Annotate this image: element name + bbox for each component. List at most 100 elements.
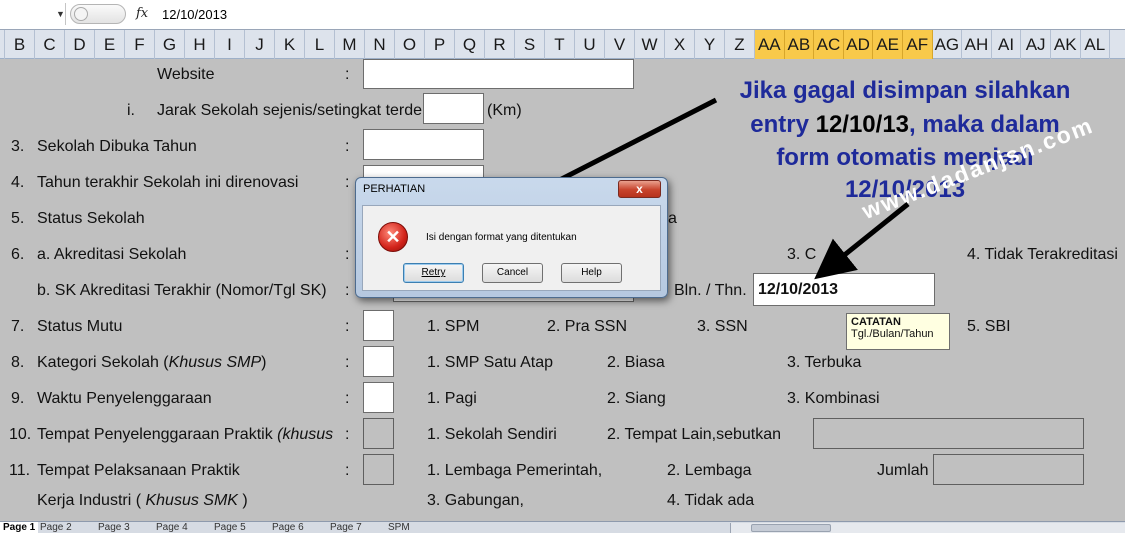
cancel-button[interactable]: Cancel xyxy=(482,263,543,283)
jarak-label: Jarak Sekolah sejenis/setingkat terdek xyxy=(157,102,431,119)
chevron-down-icon[interactable]: ▼ xyxy=(56,9,65,19)
column-header-ag[interactable]: AG xyxy=(933,30,963,59)
row-number: 9. xyxy=(11,390,25,407)
column-header-q[interactable]: Q xyxy=(455,30,485,59)
pelaksanaan-option: 4. Tidak ada xyxy=(667,492,755,509)
column-header-n[interactable]: N xyxy=(365,30,395,59)
column-header-k[interactable]: K xyxy=(275,30,305,59)
column-header-u[interactable]: U xyxy=(575,30,605,59)
help-button[interactable]: Help xyxy=(561,263,622,283)
column-header-j[interactable]: J xyxy=(245,30,275,59)
pelaksanaan-praktik-input[interactable] xyxy=(363,454,394,485)
pelaksanaan-option: 1. Lembaga Pemerintah, xyxy=(427,462,603,479)
column-header-aj[interactable]: AJ xyxy=(1021,30,1051,59)
formula-bar-expander[interactable] xyxy=(70,4,126,24)
status-sekolah-partial: a xyxy=(668,210,677,227)
sheet-tab[interactable]: Page 7 xyxy=(330,522,362,533)
horizontal-scrollbar[interactable] xyxy=(730,523,1125,533)
error-dialog: PERHATIAN x ✕ Isi dengan format yang dit… xyxy=(355,177,668,298)
label-part: Tempat Penyelenggaraan Praktik xyxy=(37,426,278,443)
column-header-b[interactable]: B xyxy=(5,30,35,59)
jarak-input[interactable] xyxy=(423,93,484,124)
waktu-option: 1. Pagi xyxy=(427,390,477,407)
colon: : xyxy=(345,354,350,371)
label-part-italic: (khusus xyxy=(277,426,334,443)
column-header-z[interactable]: Z xyxy=(725,30,755,59)
column-header-d[interactable]: D xyxy=(65,30,95,59)
column-header-c[interactable]: C xyxy=(35,30,65,59)
scrollbar-thumb[interactable] xyxy=(751,524,831,532)
dialog-body: ✕ Isi dengan format yang ditentukan Retr… xyxy=(362,205,661,291)
column-header-h[interactable]: H xyxy=(185,30,215,59)
expander-thumb[interactable] xyxy=(74,7,88,21)
sheet-tab[interactable]: Page 2 xyxy=(40,522,72,533)
sheet-tab[interactable]: Page 6 xyxy=(272,522,304,533)
bln-thn-value: 12/10/2013 xyxy=(758,281,839,298)
sheet-tabs: Page 1 Page 2 Page 3 Page 4 Page 5 Page 6 Page… xyxy=(0,521,1125,533)
sekolah-dibuka-input[interactable] xyxy=(363,129,484,160)
close-button[interactable]: x xyxy=(618,180,661,198)
column-header-i[interactable]: I xyxy=(215,30,245,59)
retry-button[interactable]: Retry xyxy=(403,263,464,283)
sheet-tab[interactable]: Page 5 xyxy=(214,522,246,533)
sheet-tab[interactable]: Page 4 xyxy=(156,522,188,533)
jumlah-input[interactable] xyxy=(933,454,1084,485)
website-input[interactable] xyxy=(363,59,634,89)
column-header-al[interactable]: AL xyxy=(1081,30,1111,59)
formula-input[interactable]: 12/10/2013 xyxy=(162,7,227,22)
sheet-tab[interactable]: Page 1 xyxy=(0,522,39,533)
tooltip-body: Tgl./Bulan/Tahun xyxy=(851,328,934,340)
column-header-w[interactable]: W xyxy=(635,30,665,59)
column-header-p[interactable]: P xyxy=(425,30,455,59)
column-header-t[interactable]: T xyxy=(545,30,575,59)
column-header-ac[interactable]: AC xyxy=(814,30,844,59)
name-box[interactable]: ▼ xyxy=(0,3,66,25)
column-header-ai[interactable]: AI xyxy=(992,30,1022,59)
sheet-tab[interactable]: SPM xyxy=(388,522,410,533)
colon: : xyxy=(345,174,350,191)
bln-thn-label: Bln. / Thn. xyxy=(674,282,747,299)
akreditasi-option-none: 4. Tidak Terakreditasi xyxy=(967,246,1118,263)
formula-bar: ▼ fx 12/10/2013 xyxy=(0,0,1125,30)
tempat-praktik-option: 2. Tempat Lain,sebutkan xyxy=(607,426,782,443)
fx-icon[interactable]: fx xyxy=(136,6,148,21)
pelaksanaan-option: 3. Gabungan, xyxy=(427,492,524,509)
column-header-r[interactable]: R xyxy=(485,30,515,59)
column-header-ak[interactable]: AK xyxy=(1051,30,1081,59)
status-mutu-option: 1. SPM xyxy=(427,318,480,335)
column-header-af[interactable]: AF xyxy=(902,30,933,59)
column-header-y[interactable]: Y xyxy=(695,30,725,59)
column-header-m[interactable]: M xyxy=(335,30,365,59)
label-part-italic: Khusus SMK xyxy=(145,492,238,509)
bln-thn-input[interactable]: 12/10/2013 xyxy=(753,273,935,306)
column-header-ae[interactable]: AE xyxy=(873,30,903,59)
akreditasi-label: a. Akreditasi Sekolah xyxy=(37,246,187,263)
column-header-v[interactable]: V xyxy=(605,30,635,59)
pelaksanaan-praktik-label: Tempat Pelaksanaan Praktik xyxy=(37,462,240,479)
sheet-tab[interactable]: Page 3 xyxy=(98,522,130,533)
column-header-ad[interactable]: AD xyxy=(843,30,874,59)
status-mutu-input[interactable] xyxy=(363,310,394,341)
column-header-aa[interactable]: AA xyxy=(755,30,785,59)
error-icon: ✕ xyxy=(378,222,408,252)
column-header-g[interactable]: G xyxy=(155,30,185,59)
tempat-praktik-label: Tempat Penyelenggaraan Praktik (khusus xyxy=(37,426,333,444)
status-mutu-option: 5. SBI xyxy=(967,318,1011,335)
column-header-e[interactable]: E xyxy=(95,30,125,59)
row-number: 11. xyxy=(9,462,31,479)
column-header-s[interactable]: S xyxy=(515,30,545,59)
column-header-ab[interactable]: AB xyxy=(784,30,815,59)
tooltip-title: CATATAN xyxy=(851,316,901,328)
kategori-sekolah-input[interactable] xyxy=(363,346,394,377)
waktu-option: 2. Siang xyxy=(607,390,666,407)
kategori-option: 3. Terbuka xyxy=(787,354,862,371)
column-header-o[interactable]: O xyxy=(395,30,425,59)
column-header-ah[interactable]: AH xyxy=(962,30,992,59)
column-header-f[interactable]: F xyxy=(125,30,155,59)
tempat-praktik-input[interactable] xyxy=(363,418,394,449)
tempat-lain-input[interactable] xyxy=(813,418,1084,449)
column-header-l[interactable]: L xyxy=(305,30,335,59)
kategori-option: 1. SMP Satu Atap xyxy=(427,354,554,371)
column-header-x[interactable]: X xyxy=(665,30,695,59)
waktu-input[interactable] xyxy=(363,382,394,413)
